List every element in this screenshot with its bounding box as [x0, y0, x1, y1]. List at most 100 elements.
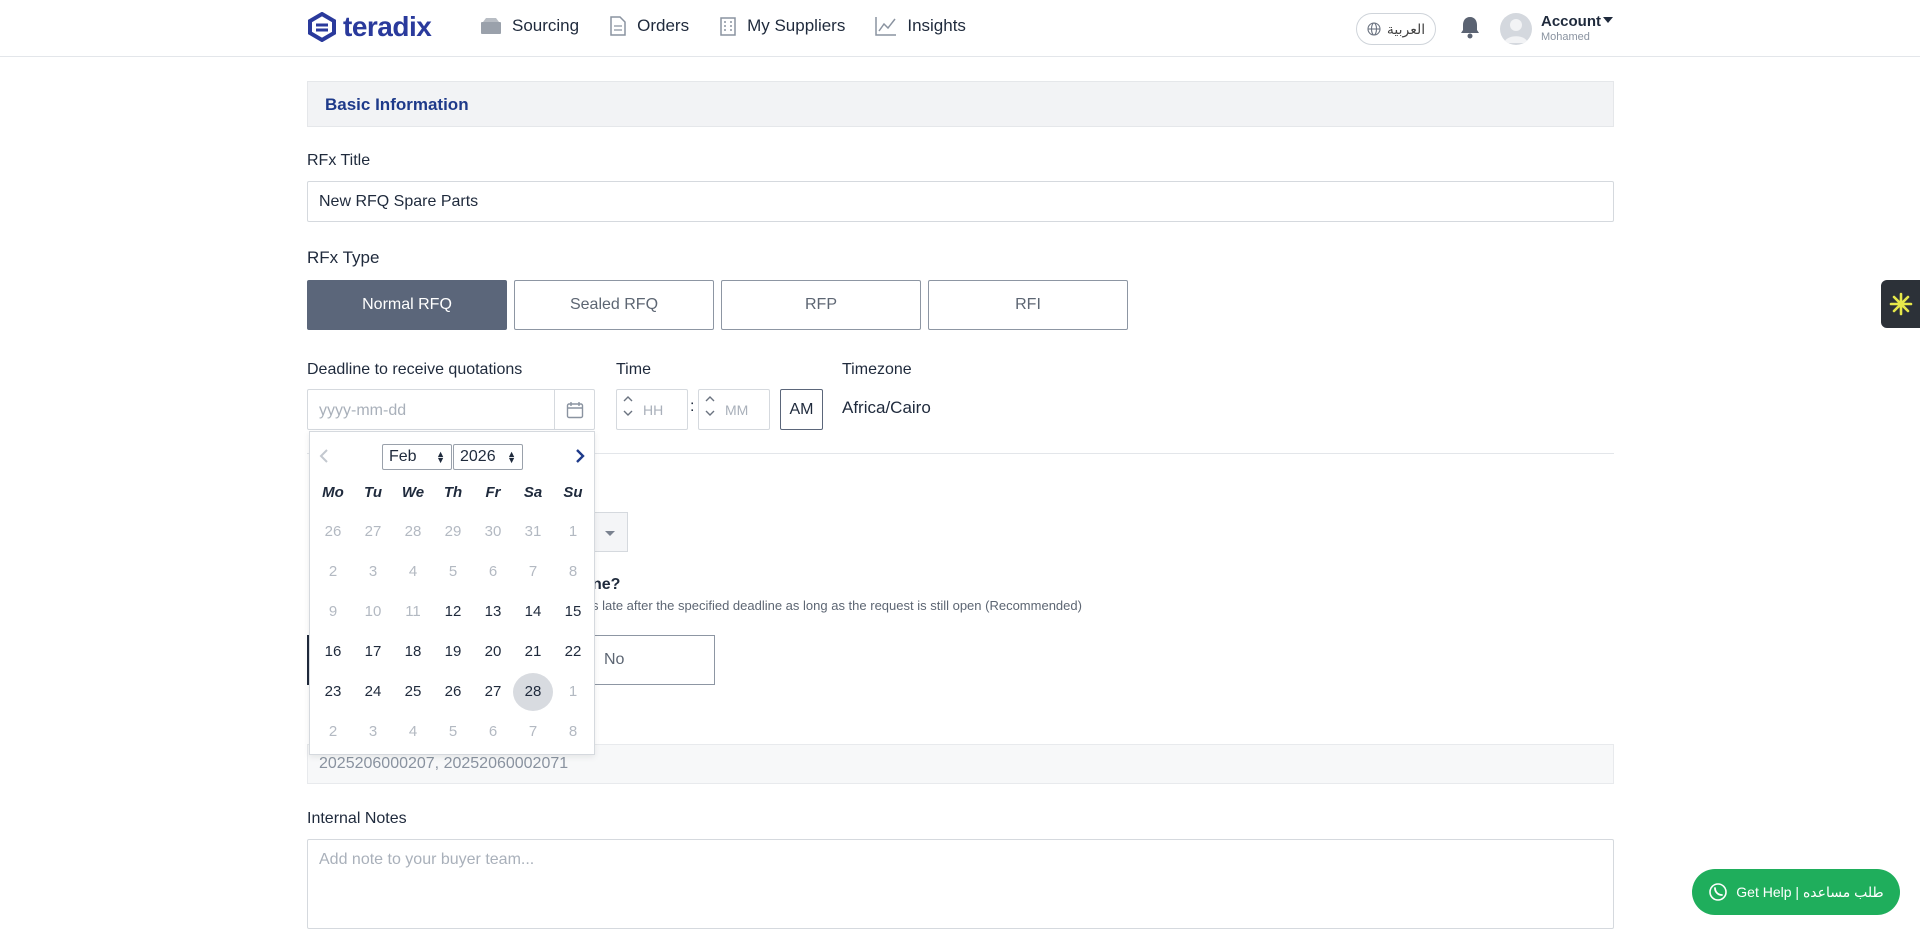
minute-placeholder: MM [725, 402, 749, 418]
calendar-day[interactable]: 17 [353, 633, 393, 671]
nav-insights-label: Insights [907, 16, 966, 35]
calendar-week-row: 23 24 25 26 27 28 1 [310, 673, 594, 711]
user-icon [1504, 19, 1528, 43]
calendar-day[interactable]: 12 [433, 593, 473, 631]
calendar-day[interactable]: 27 [353, 513, 393, 551]
rfx-title-input[interactable]: New RFQ Spare Parts [307, 181, 1614, 222]
dropdown-toggle[interactable] [590, 512, 628, 552]
calendar-day[interactable]: 2 [313, 713, 353, 751]
year-value: 2026 [460, 448, 496, 465]
rfx-type-rfi-button[interactable]: RFI [928, 280, 1128, 330]
weekday-label: Sa [523, 484, 543, 501]
calendar-day[interactable]: 3 [353, 553, 393, 591]
rfx-type-label: RFx Type [307, 248, 380, 267]
calendar-day[interactable]: 25 [393, 673, 433, 711]
calendar-day[interactable]: 8 [553, 553, 593, 591]
datepicker-popup: Feb ▲ ▼ 2026 ▲ ▼ Mo Tu We Th Fr Sa Su 26 27… [309, 431, 595, 755]
calendar-day[interactable]: 14 [513, 593, 553, 631]
calendar-day[interactable]: 13 [473, 593, 513, 631]
calendar-day[interactable]: 18 [393, 633, 433, 671]
calendar-day[interactable]: 5 [433, 713, 473, 751]
get-help-button[interactable]: Get Help | طلب مساعده [1692, 869, 1900, 915]
calendar-day[interactable]: 3 [353, 713, 393, 751]
month-select[interactable]: Feb ▲ ▼ [382, 444, 452, 470]
calendar-day[interactable]: 7 [513, 553, 553, 591]
chevron-up-icon[interactable] [623, 396, 633, 402]
rfx-type-sealed-rfq-button[interactable]: Sealed RFQ [514, 280, 714, 330]
calendar-day[interactable]: 19 [433, 633, 473, 671]
calendar-day[interactable]: 1 [553, 513, 593, 551]
rfx-type-normal-rfq-button[interactable]: Normal RFQ [307, 280, 507, 330]
calendar-day[interactable]: 4 [393, 553, 433, 591]
calendar-day[interactable]: 30 [473, 513, 513, 551]
calendar-day[interactable]: 22 [553, 633, 593, 671]
whatsapp-icon [1709, 883, 1728, 901]
main-nav: Sourcing Orders My Suppliers Insights [480, 16, 966, 36]
accessibility-widget-button[interactable] [1881, 280, 1920, 328]
calendar-day[interactable]: 1 [553, 673, 593, 711]
chevron-down-icon[interactable] [705, 410, 715, 416]
calendar-day[interactable]: 27 [473, 673, 513, 711]
calendar-day[interactable]: 26 [313, 513, 353, 551]
deadline-date-input[interactable]: yyyy-mm-dd [307, 389, 595, 430]
language-toggle-button[interactable]: العربية [1356, 13, 1436, 45]
minute-spinner[interactable] [705, 396, 715, 416]
previous-month-button[interactable] [318, 448, 330, 469]
calendar-icon [566, 401, 583, 418]
hour-input[interactable]: HH [616, 389, 688, 430]
calendar-day[interactable]: 31 [513, 513, 553, 551]
calendar-week-row: 2345678 [310, 713, 594, 751]
year-select[interactable]: 2026 ▲ ▼ [453, 444, 523, 470]
calendar-day[interactable]: 11 [393, 593, 433, 631]
caret-down-icon[interactable] [1603, 17, 1613, 23]
calendar-day[interactable]: 9 [313, 593, 353, 631]
calendar-day[interactable]: 10 [353, 593, 393, 631]
building-icon [720, 17, 736, 36]
internal-notes-textarea[interactable]: Add note to your buyer team... [307, 839, 1614, 929]
calendar-day[interactable]: 23 [313, 673, 353, 711]
calendar-day[interactable]: 8 [553, 713, 593, 751]
next-month-button[interactable] [574, 448, 586, 469]
section-header: Basic Information [307, 81, 1614, 127]
calendar-day[interactable]: 6 [473, 713, 513, 751]
hour-spinner[interactable] [623, 396, 633, 416]
minute-input[interactable]: MM [698, 389, 770, 430]
notifications-button[interactable] [1459, 15, 1481, 44]
nav-sourcing[interactable]: Sourcing [480, 16, 579, 36]
teradix-logo[interactable]: teradix [307, 11, 432, 43]
calendar-day[interactable]: 5 [433, 553, 473, 591]
calendar-day[interactable]: 16 [313, 633, 353, 671]
hour-placeholder: HH [643, 402, 664, 418]
calendar-day[interactable]: 24 [353, 673, 393, 711]
ampm-toggle-button[interactable]: AM [780, 389, 823, 430]
calendar-day[interactable]: 4 [393, 713, 433, 751]
calendar-day[interactable]: 15 [553, 593, 593, 631]
internal-notes-label: Internal Notes [307, 810, 407, 827]
account-menu[interactable]: Account Mohamed [1541, 13, 1601, 43]
calendar-day[interactable]: 2 [313, 553, 353, 591]
calendar-day[interactable]: 7 [513, 713, 553, 751]
calendar-day[interactable]: 28 [513, 673, 553, 711]
nav-my-suppliers[interactable]: My Suppliers [719, 16, 845, 36]
chevron-left-icon [319, 449, 328, 463]
time-label: Time [616, 361, 651, 378]
calendar-day[interactable]: 21 [513, 633, 553, 671]
calendar-day[interactable]: 29 [433, 513, 473, 551]
calendar-day[interactable]: 20 [473, 633, 513, 671]
nav-insights[interactable]: Insights [875, 16, 966, 36]
calendar-day[interactable]: 26 [433, 673, 473, 711]
calendar-week-row: 2345678 [310, 553, 594, 591]
nav-orders[interactable]: Orders [609, 16, 689, 36]
chart-line-icon [875, 17, 897, 36]
late-submission-description: s late after the specified deadline as l… [592, 598, 1082, 613]
late-submission-question: ne? [592, 576, 621, 593]
chevron-up-icon[interactable] [705, 396, 715, 402]
chevron-down-icon[interactable] [623, 410, 633, 416]
avatar[interactable] [1500, 13, 1532, 45]
calendar-toggle-button[interactable] [554, 390, 594, 429]
calendar-day[interactable]: 6 [473, 553, 513, 591]
rfx-type-rfp-button[interactable]: RFP [721, 280, 921, 330]
calendar-day[interactable]: 28 [393, 513, 433, 551]
calendar-week-row: 26 27 28 29 30 31 1 [310, 513, 594, 551]
top-navigation-bar: teradix Sourcing Orders My Suppliers Ins… [0, 0, 1920, 57]
